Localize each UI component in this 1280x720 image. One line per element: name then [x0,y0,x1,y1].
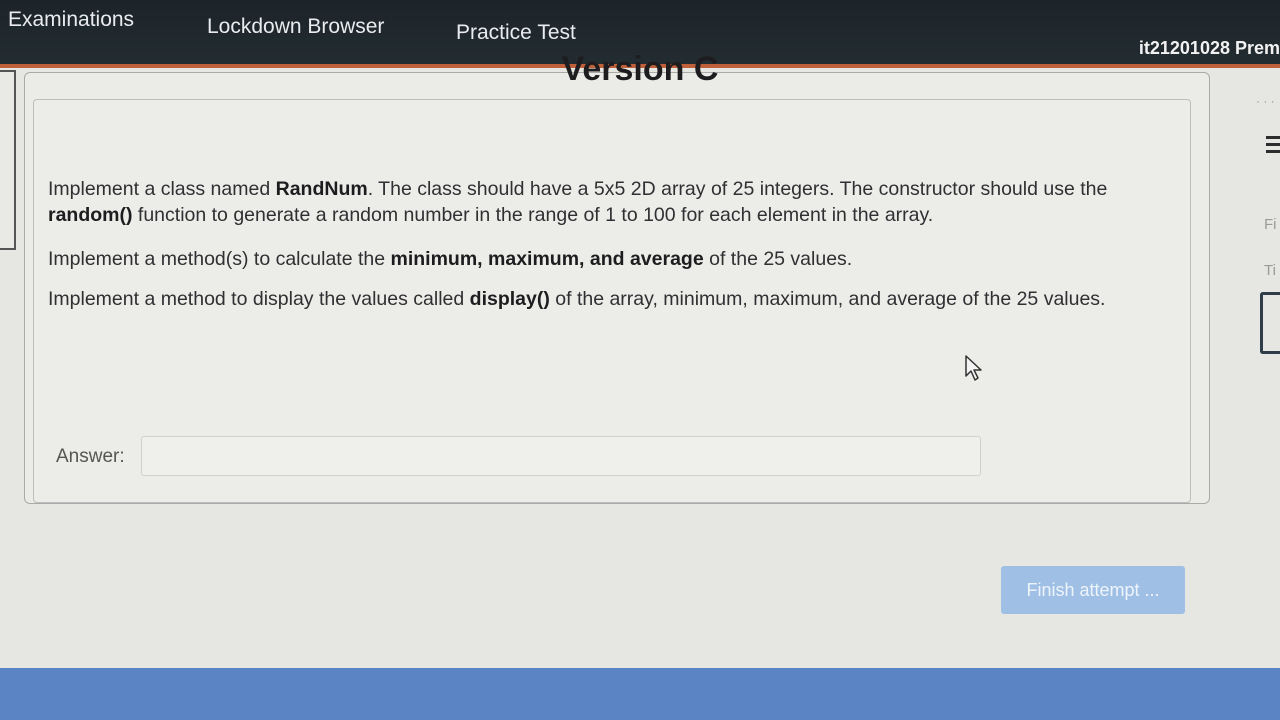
bottom-bar [0,668,1280,720]
nav-practice-test[interactable]: Practice Test [456,21,576,45]
side-panel-text-2: Ti [1264,262,1276,279]
bold-term: display() [469,288,550,310]
text-segment: . The class should have a 5x5 2D array o… [367,178,1108,200]
side-panel-text-1: Fi [1264,216,1277,233]
question-paragraph-1: Implement a class named RandNum. The cla… [48,176,1148,228]
finish-attempt-button[interactable]: Finish attempt ... [1001,566,1185,614]
question-title: Version C [561,50,719,88]
bold-term: minimum, maximum, and average [390,248,704,270]
text-segment: function to generate a random number in … [132,204,934,226]
text-segment: Implement a class named [48,178,276,200]
text-segment: Implement a method to display the values… [48,288,470,310]
answer-label: Answer: [56,446,125,467]
left-navigation-panel-edge [0,70,16,250]
text-segment: Implement a method(s) to calculate the [48,248,391,270]
side-panel-dots: · · · [1256,94,1275,108]
text-segment: of the array, minimum, maximum, and aver… [549,288,1106,310]
bold-term: random() [48,204,133,226]
bold-term: RandNum [275,178,368,200]
mouse-pointer-icon [965,355,982,381]
hamburger-menu-icon[interactable] [1266,136,1280,156]
side-panel-nav-box[interactable] [1260,292,1280,354]
nav-lockdown-browser[interactable]: Lockdown Browser [207,15,384,39]
text-segment: of the 25 values. [703,248,853,270]
question-paragraph-2: Implement a method(s) to calculate the m… [48,246,1148,272]
answer-input[interactable] [141,436,981,476]
question-paragraph-3: Implement a method to display the values… [48,286,1148,312]
nav-examinations[interactable]: Examinations [8,8,134,32]
